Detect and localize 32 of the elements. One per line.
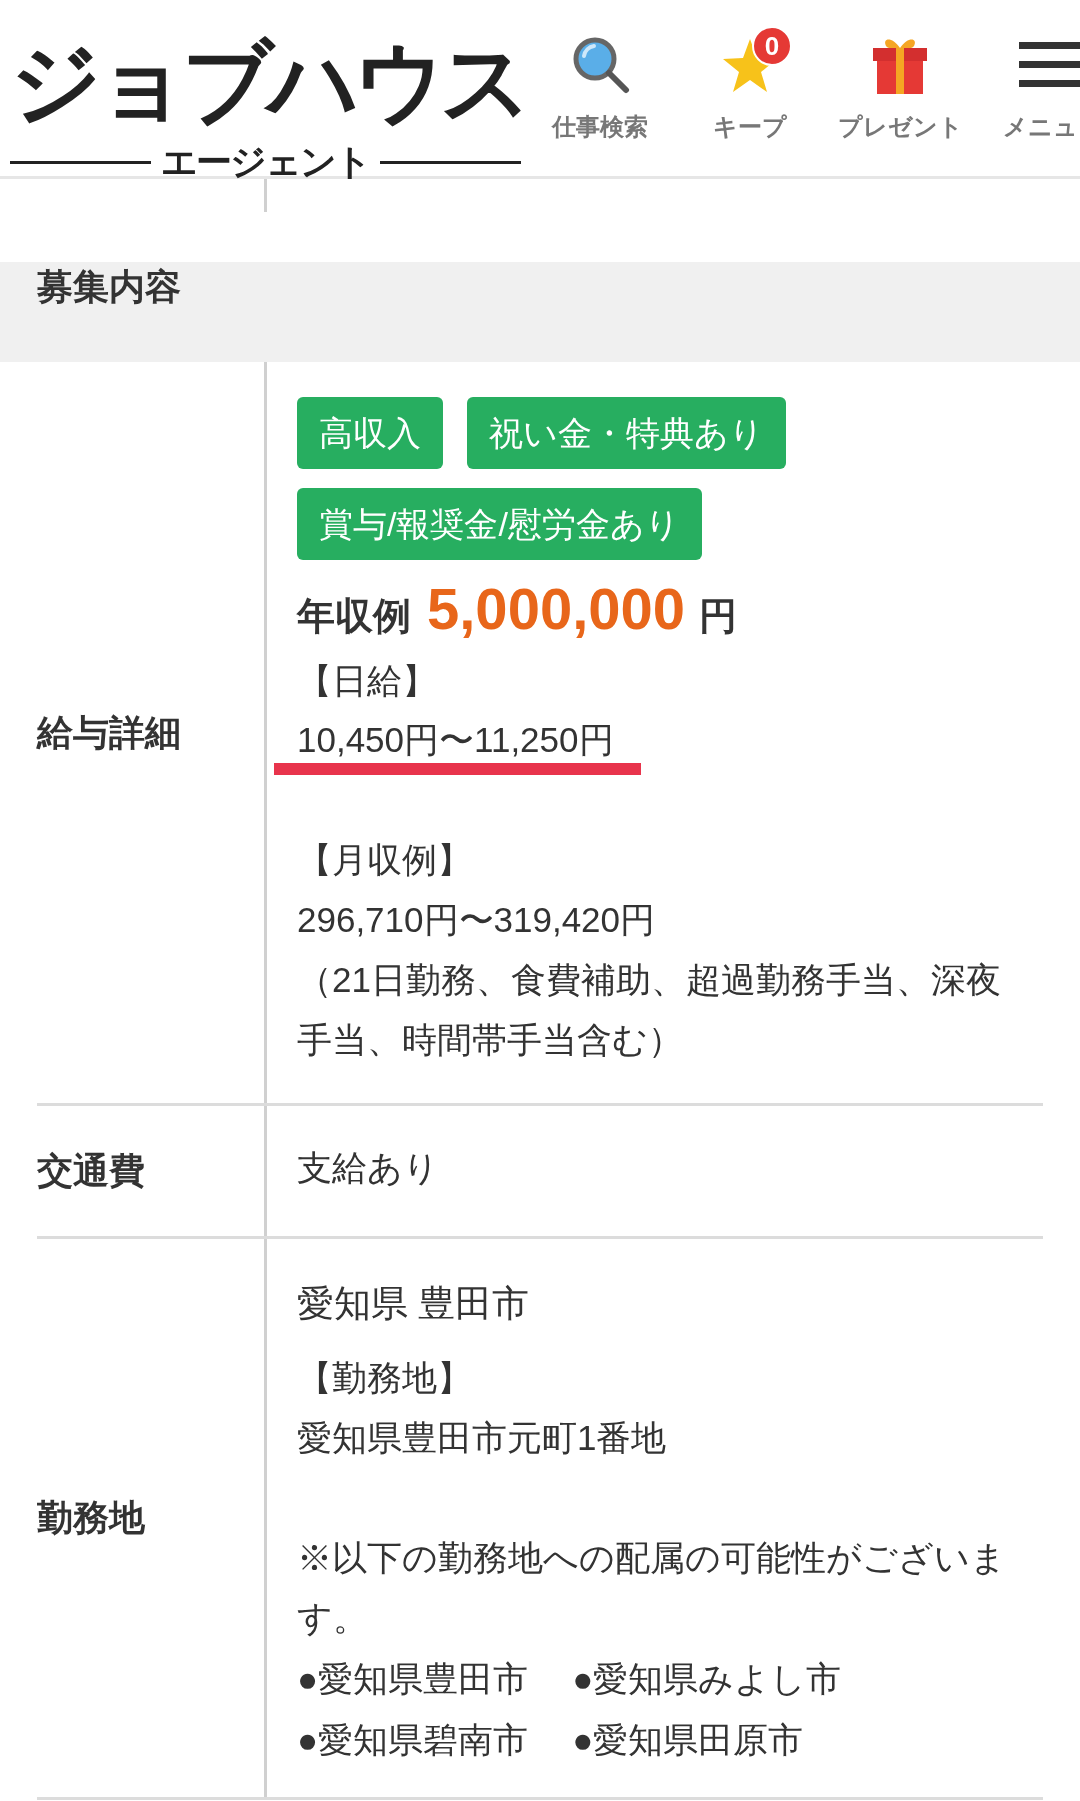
- workplace-heading: 【勤務地】: [297, 1357, 472, 1399]
- logo-title: ジョブハウス: [10, 34, 526, 130]
- annual-income-label: 年収例: [297, 594, 411, 639]
- row-label: 給与詳細: [37, 710, 181, 755]
- feature-tag: 祝い金・特典あり: [467, 397, 786, 469]
- feature-tag: 高収入: [297, 397, 443, 469]
- currency-unit: 円: [699, 594, 738, 639]
- feature-tag: 賞与/報奨金/慰労金あり: [297, 488, 702, 560]
- branch-location: ●愛知県碧南市: [297, 1719, 529, 1761]
- annual-income-amount: 5,000,000: [427, 579, 686, 639]
- branch-location: ●愛知県豊田市: [297, 1658, 529, 1700]
- menu-icon: [1019, 41, 1080, 87]
- transport-value: 支給あり: [297, 1147, 439, 1189]
- menu-nav-button[interactable]: メニュ: [975, 0, 1080, 142]
- work-area: 愛知県 豊田市: [297, 1274, 530, 1334]
- workplace-address: 愛知県豊田市元町1番地: [297, 1417, 667, 1459]
- daily-wage-range: 10,450円〜11,250円: [297, 719, 614, 761]
- section-title: 募集内容: [37, 269, 181, 305]
- count-badge: 0: [752, 26, 792, 66]
- branch-location: ●愛知県みよし市: [572, 1658, 842, 1700]
- row-label: 勤務地: [37, 1496, 145, 1540]
- keep-nav-button[interactable]: キープ 0: [675, 0, 825, 142]
- row-label: 交通費: [37, 1149, 145, 1193]
- assignment-note: ※以下の勤務地への配属の可能性がございます。: [297, 1537, 1007, 1639]
- search-nav-button[interactable]: 仕事検索: [525, 0, 675, 142]
- monthly-income-heading: 【月収例】: [297, 839, 472, 881]
- present-nav-button[interactable]: プレゼント: [825, 0, 975, 142]
- logo-subtitle: エージェント: [161, 144, 370, 180]
- branch-location: ●愛知県田原市: [572, 1719, 805, 1761]
- monthly-income-range: 296,710円〜319,420円: [297, 899, 656, 941]
- daily-wage-heading: 【日給】: [297, 660, 437, 702]
- monthly-income-note: （21日勤務、食費補助、超過勤務手当、深夜手当、時間帯手当含む）: [297, 959, 1002, 1061]
